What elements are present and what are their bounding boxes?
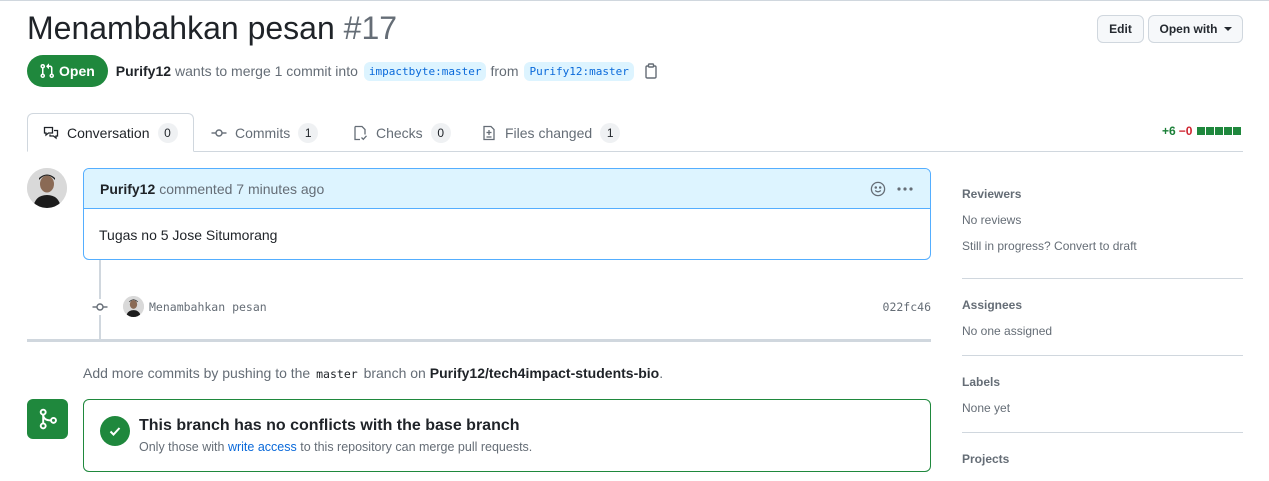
pr-author-link[interactable]: Purify12 [116,63,171,79]
kebab-horizontal-icon[interactable] [896,181,914,197]
merge-title: This branch has no conflicts with the ba… [139,417,520,434]
commit-message-link[interactable]: Menambahkan pesan [149,300,267,314]
merge-sub-prefix: Only those with [139,440,225,454]
diffstat-block [1197,127,1206,135]
convert-to-draft-link[interactable]: Still in progress? Convert to draft [962,239,1137,253]
sidebar-projects-heading[interactable]: Projects [962,452,1009,466]
tab-counter: 1 [600,122,621,143]
merge-sub-suffix: to this repository can merge pull reques… [300,440,533,454]
open-with-button[interactable]: Open with [1148,15,1243,43]
comment-author-link[interactable]: Purify12 [100,181,155,197]
push-note-suffix: . [659,365,664,381]
merge-subtitle: Only those with write access to this rep… [139,440,532,454]
repo-link[interactable]: Purify12/tech4impact-students-bio [430,365,660,381]
merge-status-box: This branch has no conflicts with the ba… [83,399,931,472]
chevron-down-icon [1223,27,1232,31]
tab-counter: 1 [298,122,319,143]
tab-label: Commits [235,124,291,141]
open-with-label: Open with [1159,22,1218,36]
git-commit-icon [211,128,227,137]
push-note: Add more commits by pushing to the maste… [83,365,663,381]
sidebar-divider [962,355,1243,356]
smiley-icon[interactable] [870,181,886,197]
sidebar-labels-heading[interactable]: Labels [962,375,1000,389]
push-note-prefix: Add more commits by pushing to the [83,365,311,381]
sidebar-assignees-value: No one assigned [962,324,1053,338]
diffstat: +6 −0 [1162,124,1242,138]
top-border [0,0,1269,1]
tab-counter: 0 [430,122,451,143]
tab-checks[interactable]: Checks 0 [337,113,466,152]
file-diff-icon [483,125,495,140]
checklist-icon [354,125,367,140]
git-pull-request-icon [40,63,55,79]
tab-label: Conversation [67,124,150,141]
pr-title: Menambahkan pesan [27,10,335,46]
diffstat-block [1224,127,1233,135]
sidebar-divider [962,432,1243,433]
git-merge-icon [27,399,68,439]
sidebar-assignees-heading[interactable]: Assignees [962,298,1022,312]
sidebar-reviewers-value: No reviews [962,213,1022,227]
tab-counter: 0 [157,122,178,143]
write-access-link[interactable]: write access [228,440,297,454]
diffstat-additions: +6 [1162,124,1176,138]
commit-sha-link[interactable]: 022fc46 [862,300,931,314]
tab-conversation[interactable]: Conversation 0 [27,113,194,152]
comment-box: Purify12 commented 7 minutes ago Tugas n… [83,168,931,260]
diffstat-block [1233,127,1242,135]
diffstat-blocks [1197,127,1242,135]
diffstat-deletions: −0 [1178,124,1193,138]
from-text: from [490,63,519,79]
tab-label: Checks [376,124,423,141]
sidebar-labels-value: None yet [962,401,1011,415]
copy-icon[interactable] [644,63,658,79]
tab-files-changed[interactable]: Files changed 1 [466,113,635,152]
avatar[interactable] [27,168,67,208]
sidebar-reviewers-heading[interactable]: Reviewers [962,187,1021,201]
status-label: Open [59,63,95,79]
push-note-branch: master [316,367,358,381]
pr-number: #17 [343,10,398,46]
diffstat-block [1215,127,1224,135]
merge-text: wants to merge 1 commit into [175,63,358,79]
tab-commits[interactable]: Commits 1 [196,113,333,152]
page-title: Menambahkan pesan #17 [27,10,397,47]
comment-discussion-icon [43,126,59,139]
git-commit-icon [91,299,109,315]
commit-avatar[interactable] [123,296,144,317]
edit-button[interactable]: Edit [1097,15,1144,43]
push-note-middle: branch on [363,365,426,381]
tab-label: Files changed [505,124,593,141]
comment-header: Purify12 commented 7 minutes ago [84,169,930,209]
edit-button-label: Edit [1109,22,1132,36]
comment-meta[interactable]: commented 7 minutes ago [159,181,324,197]
diffstat-block [1206,127,1215,135]
status-badge: Open [27,55,108,87]
check-circle-icon [100,416,130,446]
timeline-break [27,339,931,342]
comment-body: Tugas no 5 Jose Situmorang [99,227,278,243]
pr-meta: Open Purify12 wants to merge 1 commit in… [27,55,658,87]
sidebar-divider [962,278,1243,279]
base-branch-link[interactable]: impactbyte:master [363,61,487,81]
head-branch-link[interactable]: Purify12:master [524,61,634,81]
